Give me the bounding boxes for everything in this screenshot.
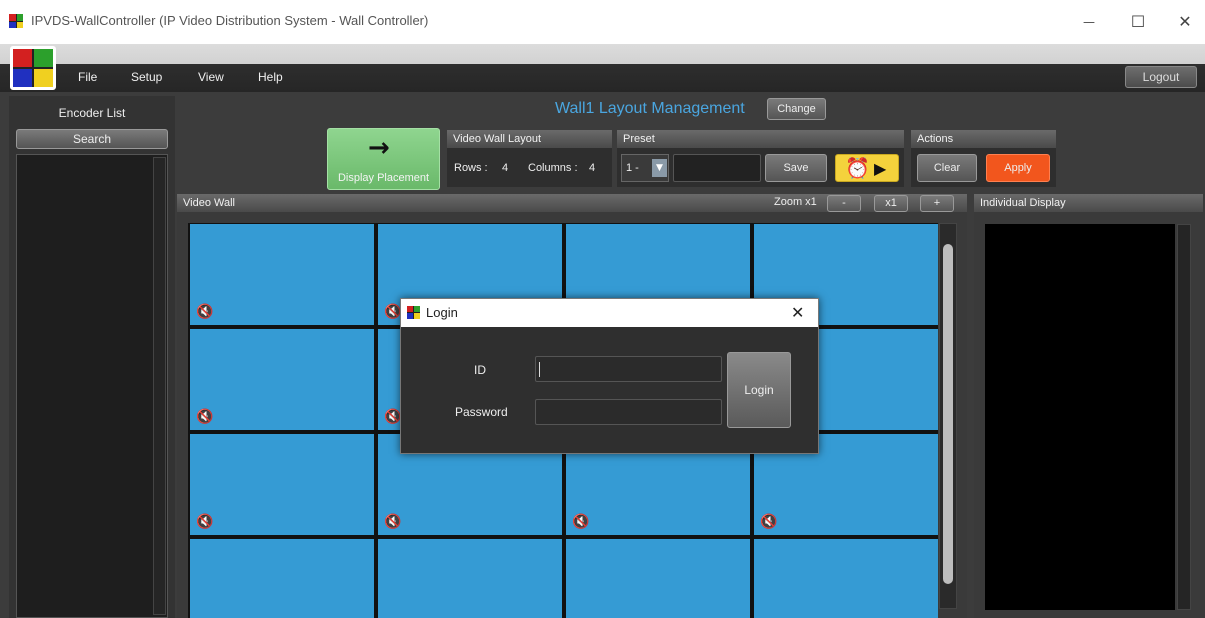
encoder-list[interactable] [16,154,168,618]
menu-file[interactable]: File [78,70,97,84]
encoder-list-title: Encoder List [58,106,126,120]
encoder-list-scrollbar[interactable] [153,157,166,615]
video-wall-tile[interactable]: 🔇 [190,434,374,535]
zoom-out-button[interactable]: - [827,195,861,212]
video-wall-tile[interactable] [754,539,938,618]
close-button[interactable]: ✕ [1170,8,1200,36]
app-small-logo-icon [9,14,23,28]
id-input[interactable] [535,356,722,382]
menu-bar: File Setup View Help [0,44,1205,92]
speaker-muted-icon[interactable]: 🔇 [384,305,401,319]
preset-title: Preset [617,130,904,148]
display-placement-button[interactable]: → Display Placement [327,128,440,190]
window-title: IPVDS-WallController (IP Video Distribut… [31,13,429,28]
speaker-muted-icon[interactable]: 🔇 [572,515,589,529]
login-button[interactable]: Login [727,352,791,428]
apply-button[interactable]: Apply [986,154,1050,182]
id-label: ID [474,363,486,377]
video-wall-scroll-thumb[interactable] [943,244,953,584]
login-logo-icon [407,306,420,319]
login-close-button[interactable]: ✕ [791,303,804,322]
alarm-clock-icon: ⏰ [845,156,870,180]
maximize-button[interactable]: ☐ [1123,8,1153,36]
play-icon: ▶ [874,159,887,178]
individual-display-title: Individual Display [974,194,1203,212]
menu-view[interactable]: View [198,70,224,84]
app-logo-icon [10,46,56,90]
password-label: Password [455,405,508,419]
speaker-muted-icon[interactable]: 🔇 [196,305,213,319]
schedule-play-button[interactable]: ⏰ ▶ [835,154,899,182]
speaker-muted-icon[interactable]: 🔇 [384,515,401,529]
login-dialog: Login ✕ ID Password Login [400,298,819,454]
zoom-label: Zoom x1 [774,196,817,208]
right-arrow-icon: → [368,133,390,163]
speaker-muted-icon[interactable]: 🔇 [760,515,777,529]
rows-value: 4 [502,162,509,174]
save-button[interactable]: Save [765,154,827,182]
menu-help[interactable]: Help [258,70,283,84]
speaker-muted-icon[interactable]: 🔇 [196,515,213,529]
zoom-in-button[interactable]: + [920,195,954,212]
video-wall-tile[interactable] [566,539,750,618]
columns-label: Columns : [528,162,578,174]
search-button[interactable]: Search [16,129,168,149]
preset-name-field[interactable] [673,154,761,182]
video-wall-layout-title: Video Wall Layout [447,130,612,148]
encoder-list-panel: Encoder List Search [9,96,175,618]
minimize-button[interactable]: — [1074,8,1104,36]
zoom-reset-button[interactable]: x1 [874,195,908,212]
individual-display-canvas[interactable] [985,224,1175,610]
password-input[interactable] [535,399,722,425]
actions-group: Actions Clear Apply [911,130,1056,187]
rows-label: Rows : [454,162,488,174]
video-wall-scrollbar[interactable] [939,223,957,609]
text-cursor [539,362,540,377]
preset-group: Preset 1 - ▼ Save ⏰ ▶ [617,130,904,187]
individual-display-scrollbar[interactable] [1177,224,1191,610]
video-wall-layout-group: Video Wall Layout Rows : 4 Columns : 4 [447,130,612,187]
preset-selected-value: 1 - [626,162,639,174]
actions-title: Actions [911,130,1056,148]
menu-setup[interactable]: Setup [131,70,162,84]
speaker-muted-icon[interactable]: 🔇 [384,410,401,424]
individual-display-panel: Individual Display [974,194,1205,618]
login-title: Login [426,305,458,320]
columns-value: 4 [589,162,596,174]
window-title-bar: IPVDS-WallController (IP Video Distribut… [0,0,1205,44]
speaker-muted-icon[interactable]: 🔇 [196,410,213,424]
layout-management-title: Wall1 Layout Management [555,100,745,117]
change-button[interactable]: Change [767,98,826,120]
video-wall-tile[interactable]: 🔇 [190,329,374,430]
display-placement-label: Display Placement [337,172,430,184]
video-wall-tile[interactable] [190,539,374,618]
login-title-bar: Login ✕ [401,299,818,327]
video-wall-tile[interactable]: 🔇 [190,224,374,325]
logout-button[interactable]: Logout [1125,66,1197,88]
chevron-down-icon[interactable]: ▼ [652,159,667,177]
preset-select[interactable]: 1 - ▼ [621,154,669,182]
clear-button[interactable]: Clear [917,154,977,182]
video-wall-tile[interactable] [378,539,562,618]
